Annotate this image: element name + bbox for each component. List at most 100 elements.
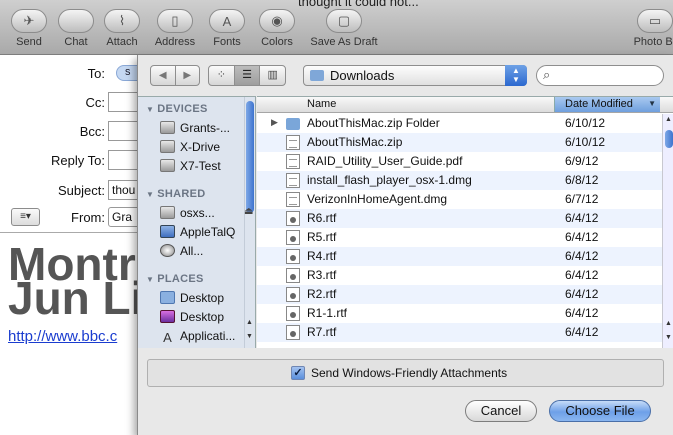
sidebar-item-label: Desktop — [180, 291, 225, 305]
file-date: 6/8/12 — [565, 173, 599, 187]
sidebar-item[interactable]: osxs... ⏏ — [160, 206, 255, 224]
address-toolbar-button[interactable]: ▯ Address — [145, 9, 205, 48]
sidebar-item-label: X-Drive — [180, 140, 221, 154]
file-row[interactable]: R7.rtf 6/4/12 — [257, 323, 662, 342]
file-date: 6/4/12 — [565, 211, 599, 225]
sort-descending-icon: ▼ — [648, 99, 656, 108]
file-row[interactable]: R2.rtf 6/4/12 — [257, 285, 662, 304]
file-list-scroll-thumb[interactable] — [665, 130, 673, 148]
sidebar-item[interactable]: X7-Test — [160, 159, 255, 177]
file-row[interactable]: R3.rtf 6/4/12 — [257, 266, 662, 285]
choose-file-button[interactable]: Choose File — [549, 400, 651, 422]
file-date: 6/4/12 — [565, 268, 599, 282]
sidebar-item[interactable]: X-Drive — [160, 140, 255, 158]
format-menu-button[interactable]: ≡▾ — [11, 208, 40, 226]
file-date: 6/4/12 — [565, 230, 599, 244]
sidebar-item-label: AppleTalQ — [180, 225, 236, 239]
rtf-document-icon — [286, 230, 300, 245]
reply-to-label: Reply To: — [51, 153, 105, 168]
list-view-icon[interactable]: ☰ — [233, 66, 260, 85]
icon-view-icon[interactable]: ⁘ — [209, 66, 234, 85]
network-share-icon — [160, 206, 175, 219]
forward-arrow-icon[interactable]: ▶ — [174, 66, 200, 85]
network-computer-icon — [160, 225, 175, 238]
file-name: R2.rtf — [307, 287, 337, 301]
file-row[interactable]: R5.rtf 6/4/12 — [257, 228, 662, 247]
disclosure-triangle-icon[interactable]: ▼ — [146, 190, 154, 199]
file-list-scrollbar[interactable]: ▲ ▲ ▼ — [662, 114, 673, 348]
rtf-document-icon — [286, 325, 300, 340]
rtf-document-icon — [286, 249, 300, 264]
draft-icon: ▢ — [326, 9, 362, 33]
sidebar-item[interactable]: AppleTalQ — [160, 225, 255, 243]
desktop-image-icon — [160, 310, 175, 323]
scroll-up-icon[interactable]: ▲ — [665, 320, 672, 327]
sidebar-item[interactable]: All... — [160, 244, 255, 262]
disclosure-triangle-icon[interactable]: ▼ — [146, 105, 154, 114]
sidebar-item-label: Grants-... — [180, 121, 231, 135]
sidebar-section-title: SHARED — [157, 188, 206, 200]
sidebar-section-title: DEVICES — [157, 103, 208, 115]
cancel-button[interactable]: Cancel — [465, 400, 537, 422]
file-row[interactable]: RAID_Utility_User_Guide.pdf 6/9/12 — [257, 152, 662, 171]
disclosure-triangle-icon[interactable]: ▶ — [271, 117, 278, 128]
attach-toolbar-button[interactable]: ⌇ Attach — [92, 9, 152, 48]
sidebar-item[interactable]: A Applicati... — [160, 329, 255, 347]
scroll-down-icon[interactable]: ▼ — [665, 334, 672, 341]
file-name: VerizonInHomeAgent.dmg — [307, 192, 448, 206]
document-icon — [286, 192, 300, 207]
color-wheel-icon: ◉ — [259, 9, 295, 33]
window-title: thought it could not... — [298, 0, 419, 9]
chat-icon — [58, 9, 94, 33]
windows-friendly-checkbox[interactable]: ✓ — [291, 366, 305, 380]
back-arrow-icon[interactable]: ◀ — [151, 66, 175, 85]
save-as-draft-toolbar-button[interactable]: ▢ Save As Draft — [300, 9, 388, 48]
file-name: R3.rtf — [307, 268, 337, 282]
sidebar-section-devices[interactable]: ▼ DEVICES — [146, 103, 208, 115]
sidebar-item[interactable]: Desktop — [160, 291, 255, 309]
document-icon — [286, 173, 300, 188]
to-label: To: — [87, 66, 105, 81]
fonts-icon: A — [209, 9, 245, 33]
file-name: R6.rtf — [307, 211, 337, 225]
file-row[interactable]: install_flash_player_osx-1.dmg 6/8/12 — [257, 171, 662, 190]
location-popup[interactable]: Downloads ▲ ▼ — [303, 65, 527, 86]
sidebar-section-shared[interactable]: ▼ SHARED — [146, 188, 205, 200]
send-icon: ✈ — [11, 9, 47, 33]
paperclip-icon: ⌇ — [104, 9, 140, 33]
cc-label: Cc: — [85, 95, 106, 110]
name-column-header[interactable]: Name — [307, 98, 336, 110]
file-row[interactable]: VerizonInHomeAgent.dmg 6/7/12 — [257, 190, 662, 209]
sidebar-item[interactable]: Grants-... — [160, 121, 255, 139]
file-name: AboutThisMac.zip Folder — [307, 116, 440, 130]
file-name: R5.rtf — [307, 230, 337, 244]
disclosure-triangle-icon[interactable]: ▼ — [146, 275, 154, 284]
file-row[interactable]: R6.rtf 6/4/12 — [257, 209, 662, 228]
date-modified-column-header[interactable]: Date Modified ▼ — [554, 97, 660, 112]
body-link[interactable]: http://www.bbc.c — [8, 328, 117, 345]
file-date: 6/9/12 — [565, 154, 599, 168]
sidebar-item-label: X7-Test — [180, 159, 221, 173]
file-name: install_flash_player_osx-1.dmg — [307, 173, 472, 187]
file-date: 6/4/12 — [565, 325, 599, 339]
scroll-up-icon[interactable]: ▲ — [665, 116, 672, 123]
toolbar-button-label: Address — [154, 36, 196, 48]
photo-br-toolbar-button[interactable]: ▭ Photo Br — [620, 9, 673, 48]
sidebar-item[interactable]: Desktop — [160, 310, 255, 328]
toolbar-button-label: Attach — [106, 36, 138, 48]
body-heading-line2: Jun Li — [8, 272, 144, 324]
file-row[interactable]: ▶ AboutThisMac.zip Folder 6/10/12 — [257, 114, 662, 133]
mail-toolbar: thought it could not... ✈ Send Chat ⌇ Attach… — [0, 0, 673, 55]
file-row[interactable]: R4.rtf 6/4/12 — [257, 247, 662, 266]
network-globe-icon — [160, 244, 175, 257]
eject-icon[interactable]: ⏏ — [244, 206, 253, 217]
column-view-icon[interactable]: ▥ — [259, 66, 285, 85]
file-row[interactable]: R1-1.rtf 6/4/12 — [257, 304, 662, 323]
sidebar-item-label: Applicati... — [180, 329, 236, 343]
file-row[interactable]: AboutThisMac.zip 6/10/12 — [257, 133, 662, 152]
search-field[interactable]: ⌕ — [536, 65, 664, 86]
file-name: R1-1.rtf — [307, 306, 348, 320]
sidebar-section-places[interactable]: ▼ PLACES — [146, 273, 204, 285]
from-label: From: — [71, 210, 105, 225]
address-book-icon: ▯ — [157, 9, 193, 33]
